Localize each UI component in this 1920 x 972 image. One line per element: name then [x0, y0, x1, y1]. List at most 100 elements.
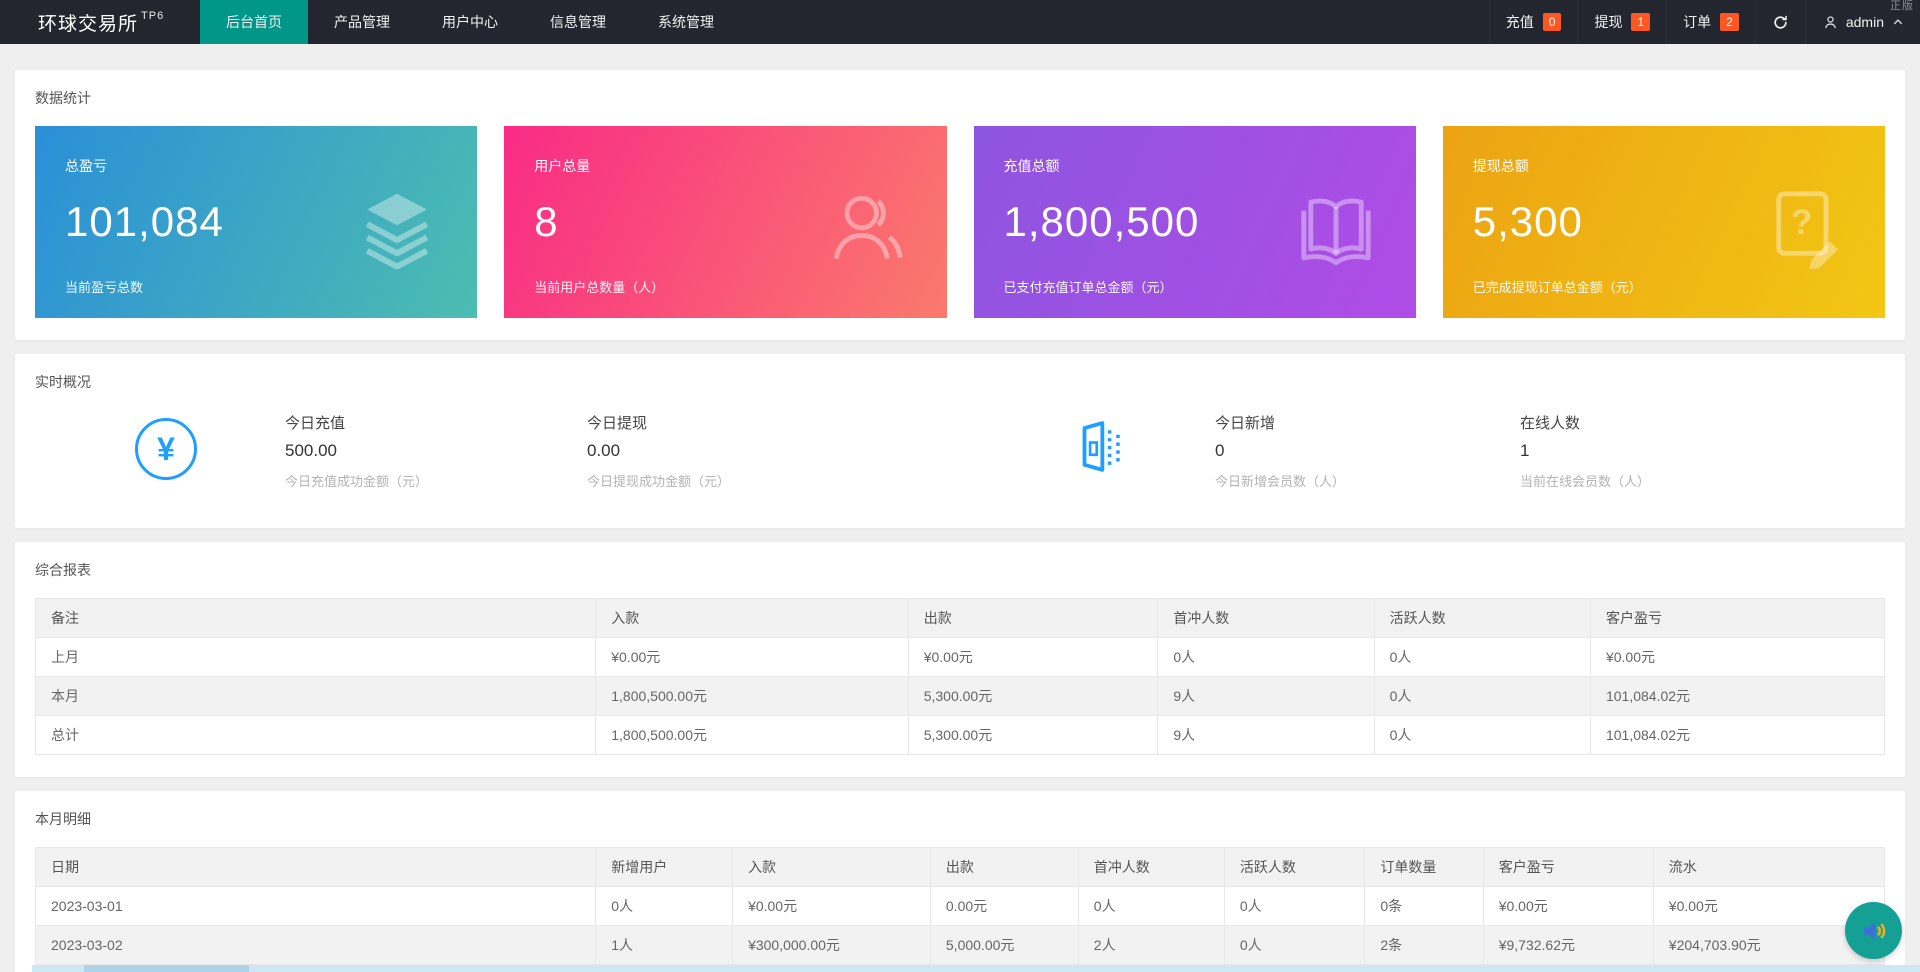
table-cell: ¥0.00元	[1482, 886, 1654, 926]
realtime-stat-label: 今日新增	[1215, 415, 1276, 432]
detail-panel: 本月明细 日期 新增用户 入款 出款 首冲人数 活跃人数 订单数量 客户盈亏 流水 2023-03…	[15, 791, 1905, 972]
column-header: 流水	[1652, 847, 1886, 887]
column-header: 首冲人数	[1157, 598, 1375, 638]
table-cell: 2人	[1077, 925, 1225, 965]
nav-item-4[interactable]: 系统管理	[632, 0, 740, 44]
column-header: 订单数量	[1364, 847, 1484, 887]
user-icon	[1822, 14, 1839, 31]
refresh-icon	[1772, 14, 1789, 31]
stats-panel: 数据统计 总盈亏 101,084 当前盈亏总数 用户总量 8 当前用户总数量（人） 充值总额…	[15, 70, 1905, 340]
realtime-stat-desc: 今日提现成功金额（元）	[587, 474, 731, 489]
table-row: 2023-03-02 1人 ¥300,000.00元 5,000.00元 2人 0人 2条 ¥…	[34, 925, 1886, 965]
layers-icon	[355, 185, 439, 270]
quick-link-1[interactable]: 提现 1	[1577, 0, 1666, 44]
horizontal-scrollbar[interactable]	[32, 965, 1920, 972]
genuine-watermark: 正版	[1890, 0, 1914, 12]
realtime-stat-value: 500.00	[285, 441, 337, 460]
realtime-panel-title: 实时概况	[35, 374, 91, 390]
table-cell: 5,000.00元	[929, 925, 1079, 965]
table-cell: 0人	[1157, 637, 1375, 677]
table-cell: ¥300,000.00元	[732, 925, 931, 965]
column-header: 活跃人数	[1223, 847, 1366, 887]
table-cell: 0人	[1373, 715, 1591, 755]
realtime-stat-label: 今日提现	[587, 415, 648, 432]
column-header: 备注	[34, 598, 597, 638]
quick-links: 充值 0 提现 1 订单 2	[1488, 0, 1755, 44]
table-cell: 5,300.00元	[907, 715, 1159, 755]
quick-link-0[interactable]: 充值 0	[1488, 0, 1578, 44]
nav-item-1[interactable]: 产品管理	[308, 0, 416, 44]
quick-link-label: 充值	[1505, 14, 1534, 30]
stat-card-1: 用户总量 8 当前用户总数量（人）	[504, 126, 947, 318]
table-header-row: 日期 新增用户 入款 出款 首冲人数 活跃人数 订单数量 客户盈亏 流水	[34, 847, 1886, 887]
realtime-stat-1-0: 今日新增 0 今日新增会员数（人）	[1215, 412, 1345, 490]
refresh-button[interactable]	[1754, 0, 1805, 44]
realtime-stat-value: 1	[1520, 441, 1530, 460]
stat-card-label: 提现总额	[1472, 158, 1529, 174]
chevron-up-icon	[1892, 16, 1904, 28]
table-row: 总计 1,800,500.00元 5,300.00元 9人 0人 101,084.02元	[34, 715, 1886, 755]
realtime-stat-0-1: 今日提现 0.00 今日提现成功金额（元）	[587, 412, 730, 490]
audio-notice-button[interactable]	[1845, 902, 1902, 959]
table-cell: 9人	[1157, 676, 1375, 716]
table-cell: 101,084.02元	[1589, 715, 1886, 755]
table-cell: ¥0.00元	[595, 637, 909, 677]
column-header: 入款	[732, 847, 931, 887]
yen-circle-icon: ¥	[135, 418, 197, 480]
nav-item-2[interactable]: 用户中心	[416, 0, 524, 44]
realtime-stat-label: 今日充值	[285, 415, 346, 432]
table-cell: 0.00元	[929, 886, 1079, 926]
realtime-stat-0-0: 今日充值 500.00 今日充值成功金额（元）	[285, 412, 428, 490]
speaker-icon	[1859, 916, 1889, 946]
nav-item-0[interactable]: 后台首页	[200, 0, 308, 44]
table-cell: 总计	[34, 715, 597, 755]
stat-card-desc: 当前盈亏总数	[65, 280, 144, 295]
stat-card-label: 总盈亏	[65, 158, 107, 174]
realtime-stat-desc: 今日充值成功金额（元）	[285, 474, 429, 489]
table-cell: 0人	[1373, 676, 1591, 716]
table-row: 2023-03-01 0人 ¥0.00元 0.00元 0人 0人 0条 ¥0.00元 ¥0.00…	[34, 886, 1886, 926]
table-cell: 2023-03-02	[34, 925, 597, 965]
stat-card-desc: 已完成提现订单总金额（元）	[1472, 280, 1642, 295]
quick-link-label: 订单	[1683, 14, 1712, 30]
quick-link-label: 提现	[1594, 14, 1623, 30]
stat-card-2: 充值总额 1,800,500 已支付充值订单总金额（元）	[973, 126, 1416, 318]
building-icon	[1070, 418, 1128, 481]
column-header: 活跃人数	[1373, 598, 1591, 638]
table-cell: 0人	[1223, 886, 1366, 926]
count-badge: 1	[1631, 13, 1651, 31]
table-cell: ¥0.00元	[732, 886, 931, 926]
quick-link-2[interactable]: 订单 2	[1666, 0, 1755, 44]
realtime-stat-1-1: 在线人数 1 当前在线会员数（人）	[1520, 412, 1650, 490]
table-cell: 0人	[1077, 886, 1225, 926]
table-cell: 0人	[595, 886, 734, 926]
column-header: 新增用户	[595, 847, 734, 887]
app-version-tag: TP6	[141, 10, 165, 22]
table-cell: 2023-03-01	[34, 886, 597, 926]
column-header: 日期	[34, 847, 597, 887]
column-header: 客户盈亏	[1482, 847, 1654, 887]
stats-panel-title: 数据统计	[35, 90, 91, 106]
stat-card-3: 提现总额 5,300 已完成提现订单总金额（元）?	[1442, 126, 1885, 318]
report-panel: 综合报表 备注 入款 出款 首冲人数 活跃人数 客户盈亏 上月 ¥0.00元 ¥0.00元 0人 0…	[15, 542, 1905, 777]
column-header: 出款	[929, 847, 1079, 887]
table-cell: 0人	[1373, 637, 1591, 677]
main-nav: 后台首页 产品管理 用户中心 信息管理 系统管理	[200, 0, 740, 44]
nav-item-3[interactable]: 信息管理	[524, 0, 632, 44]
scrollbar-thumb[interactable]	[84, 965, 249, 972]
table-cell: 9人	[1157, 715, 1375, 755]
table-cell: 0人	[1223, 925, 1366, 965]
report-table: 备注 入款 出款 首冲人数 活跃人数 客户盈亏 上月 ¥0.00元 ¥0.00元 0人 0人 ¥0.0…	[34, 598, 1886, 755]
app-logo[interactable]: 环球交易所 TP6	[0, 0, 200, 44]
stat-card-label: 充值总额	[1003, 158, 1060, 174]
stat-card-label: 用户总量	[534, 158, 591, 174]
table-header-row: 备注 入款 出款 首冲人数 活跃人数 客户盈亏	[34, 598, 1886, 638]
realtime-stat-value: 0	[1215, 441, 1225, 460]
page-content: 数据统计 总盈亏 101,084 当前盈亏总数 用户总量 8 当前用户总数量（人） 充值总额…	[0, 44, 1920, 972]
table-row: 本月 1,800,500.00元 5,300.00元 9人 0人 101,084.02元	[34, 676, 1886, 716]
realtime-stat-desc: 当前在线会员数（人）	[1520, 474, 1651, 489]
realtime-stat-value: 0.00	[587, 441, 621, 460]
stat-card-desc: 已支付充值订单总金额（元）	[1003, 280, 1173, 295]
file-question-icon: ?	[1763, 185, 1847, 271]
detail-table: 日期 新增用户 入款 出款 首冲人数 活跃人数 订单数量 客户盈亏 流水 2023-03-01 0人…	[34, 847, 1886, 965]
